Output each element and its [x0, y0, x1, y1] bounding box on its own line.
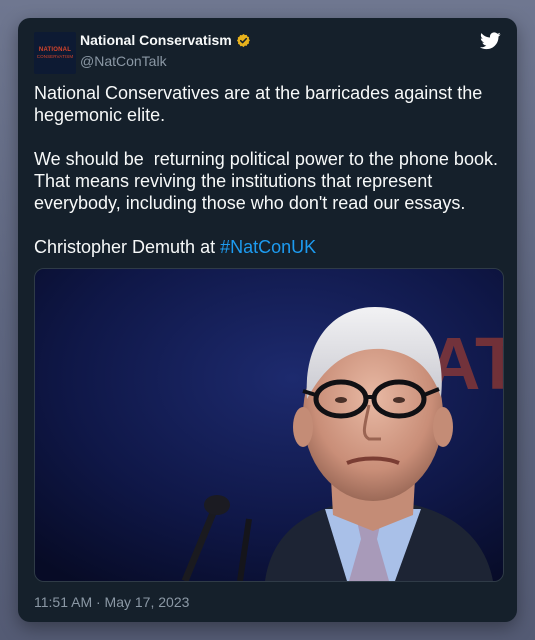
tweet-timestamp[interactable]: 11:51 AM · May 17, 2023 — [34, 594, 189, 610]
twitter-bird-icon[interactable] — [480, 32, 501, 50]
tweet-paragraph-2: We should be returning political power t… — [34, 149, 503, 213]
author-name-row: National Conservatism — [80, 32, 251, 48]
attribution-text: Christopher Demuth at — [34, 237, 221, 257]
tweet-photo[interactable]: AT — [34, 268, 504, 582]
tweet-paragraph-1: National Conservatives are at the barric… — [34, 83, 488, 125]
tweet-paragraph-3: Christopher Demuth at #NatConUK — [34, 236, 504, 258]
speaker-photo-illustration: AT — [35, 269, 503, 581]
verified-badge-icon — [236, 33, 250, 47]
tweet-body: National Conservatives are at the barric… — [34, 82, 504, 280]
display-name[interactable]: National Conservatism — [80, 32, 232, 48]
hashtag-link[interactable]: #NatConUK — [220, 237, 316, 257]
tweet-card[interactable]: NATIONAL CONSERVATISM National Conservat… — [18, 18, 517, 622]
avatar[interactable]: NATIONAL CONSERVATISM — [34, 32, 76, 74]
logo-text-line2: CONSERVATISM — [36, 54, 74, 59]
account-handle[interactable]: @NatConTalk — [80, 53, 167, 69]
logo-text-line1: NATIONAL — [38, 47, 72, 53]
